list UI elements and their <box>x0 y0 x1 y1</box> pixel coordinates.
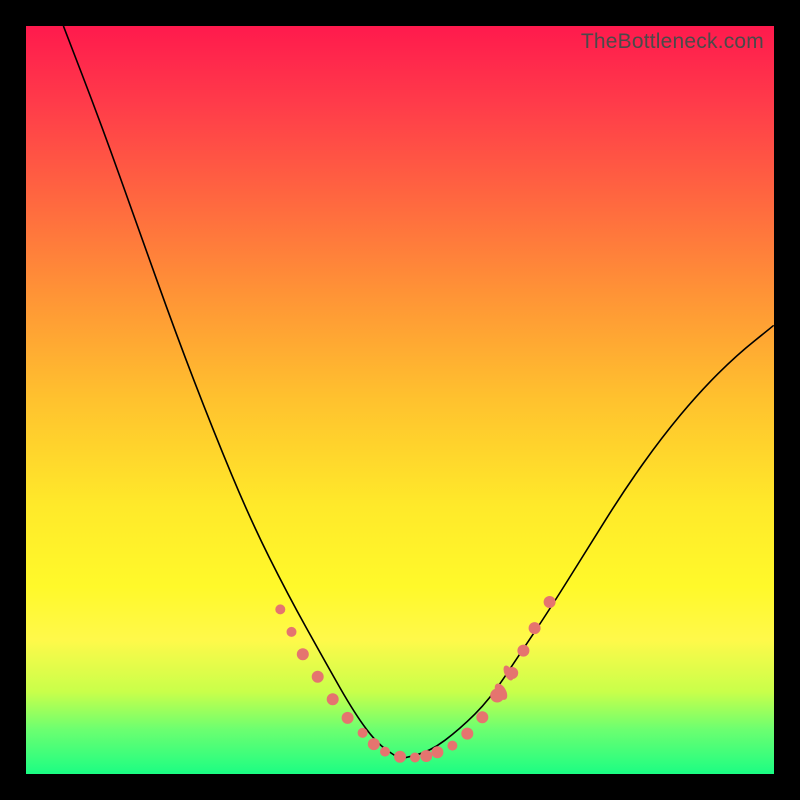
chart-frame: TheBottleneck.com <box>26 26 774 774</box>
marker-dot <box>461 728 473 740</box>
marker-layer <box>275 596 555 763</box>
marker-dot <box>342 712 354 724</box>
marker-dot <box>287 627 297 637</box>
marker-dot <box>431 746 443 758</box>
marker-dot <box>327 693 339 705</box>
marker-dot <box>358 728 368 738</box>
marker-dot <box>517 645 529 657</box>
marker-dot <box>312 671 324 683</box>
marker-dot <box>368 738 380 750</box>
marker-dot <box>380 747 390 757</box>
marker-dot <box>544 596 556 608</box>
chart-svg <box>26 26 774 774</box>
marker-dot <box>420 750 432 762</box>
curve-left <box>63 26 400 759</box>
marker-dot <box>275 604 285 614</box>
watermark-text: TheBottleneck.com <box>581 30 764 54</box>
marker-dot <box>394 751 406 763</box>
marker-dot <box>297 648 309 660</box>
marker-dot <box>410 753 420 763</box>
marker-dot <box>447 741 457 751</box>
marker-dot <box>529 622 541 634</box>
marker-dot <box>476 711 488 723</box>
curve-right <box>400 325 774 759</box>
